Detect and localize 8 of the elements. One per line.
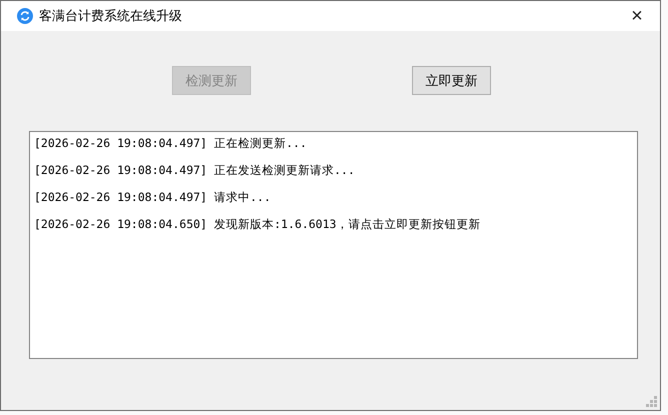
window-title: 客满台计费系统在线升级: [39, 8, 183, 25]
update-now-button[interactable]: 立即更新: [412, 66, 491, 95]
log-line: [2026-02-26 19:08:04.650] 发现新版本:1.6.6013，请点击立即更新按钮更新: [34, 216, 482, 232]
resize-grip-icon: [646, 396, 657, 407]
log-line: [2026-02-26 19:08:04.497] 请求中...: [34, 189, 272, 205]
refresh-icon: [17, 8, 33, 24]
log-line: [2026-02-26 19:08:04.497] 正在发送检测更新请求...: [34, 162, 356, 178]
log-line: [2026-02-26 19:08:04.497] 正在检测更新...: [34, 135, 308, 151]
